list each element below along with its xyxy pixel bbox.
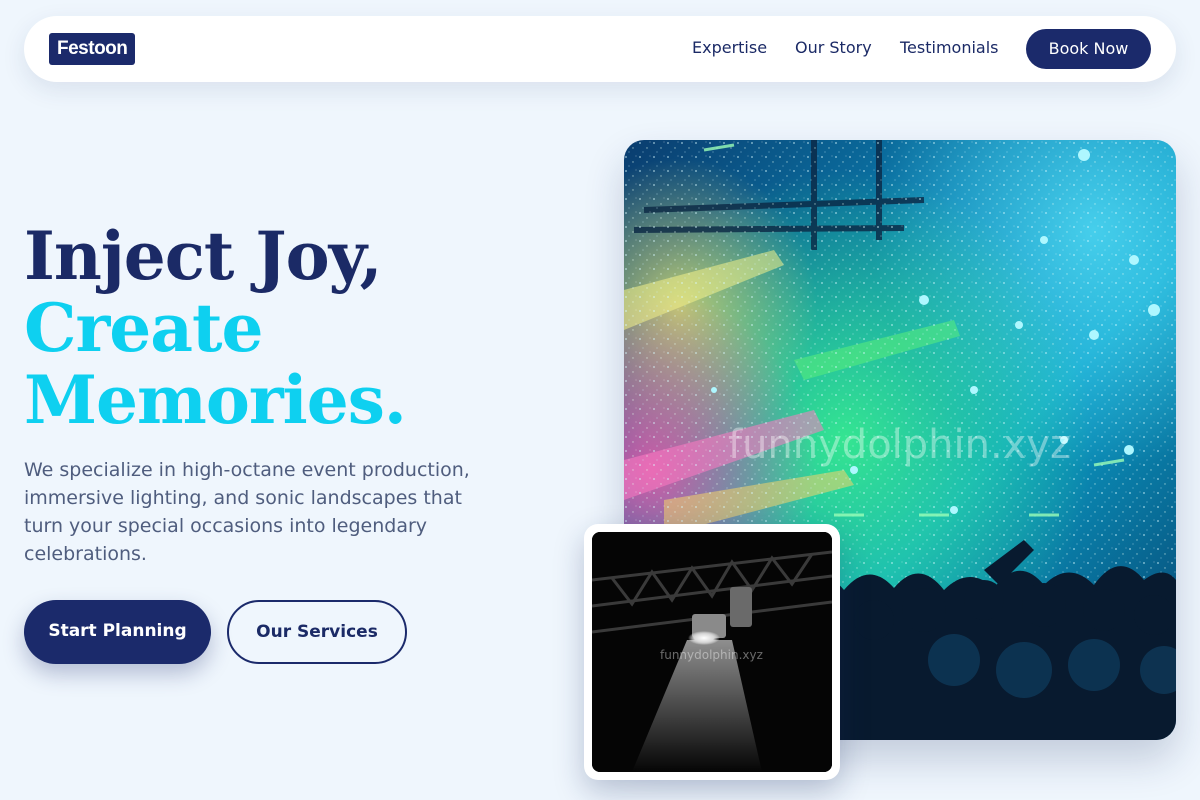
hero-subtitle: We specialize in high-octane event produ… (24, 459, 470, 565)
hero-headline: Inject Joy, Create Memories. (24, 217, 407, 439)
headline-line-1: Inject Joy, (24, 217, 383, 295)
top-navbar: Festoon Expertise Our Story Testimonials… (24, 16, 1176, 82)
start-planning-button[interactable]: Start Planning (24, 600, 211, 664)
nav-link-our-story[interactable]: Our Story (795, 38, 872, 57)
nav-link-expertise[interactable]: Expertise (692, 38, 767, 57)
our-services-button[interactable]: Our Services (227, 600, 407, 664)
nav-link-testimonials[interactable]: Testimonials (900, 38, 999, 57)
card-watermark: funnydolphin.xyz (660, 648, 763, 662)
headline-line-2: Create (24, 289, 264, 367)
spotlight-card: funnydolphin.xyz (584, 524, 840, 780)
book-now-button[interactable]: Book Now (1026, 29, 1151, 69)
headline-line-3: Memories. (24, 361, 407, 439)
spotlight-image: funnydolphin.xyz (592, 532, 832, 772)
image-watermark: funnydolphin.xyz (728, 422, 1072, 468)
brand-logo[interactable]: Festoon (49, 33, 136, 65)
